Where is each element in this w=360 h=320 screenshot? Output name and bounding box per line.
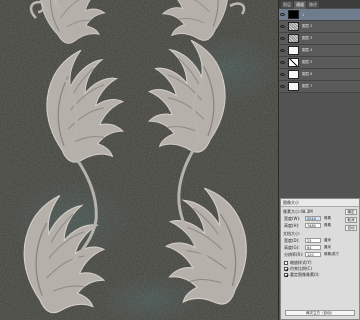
layer-name: 图层 6 bbox=[302, 72, 313, 76]
doc-width-label: 宽度(D): bbox=[284, 237, 300, 243]
resolution-label: 分辨率(R): bbox=[284, 251, 304, 257]
layer-thumbnail bbox=[288, 82, 299, 91]
visibility-eye-icon[interactable] bbox=[280, 72, 286, 78]
doc-height-row: 高度(G): 64 厘米 bbox=[281, 244, 359, 251]
resample-method-select[interactable]: 两次立方（自动） bbox=[285, 310, 355, 316]
layer-name: 图层 3 bbox=[302, 36, 313, 40]
layer-row[interactable]: 图层 6 bbox=[279, 69, 360, 81]
tab-paths[interactable]: 路径 bbox=[307, 1, 319, 9]
layer-row[interactable]: 图层 7 bbox=[279, 81, 360, 93]
pixel-height-field[interactable]: 7680 bbox=[305, 223, 321, 228]
layer-row[interactable]: 图层 4 bbox=[279, 45, 360, 57]
resample-label: 重定图像像素(I): bbox=[290, 272, 320, 277]
layer-name: 图层 7 bbox=[302, 84, 313, 88]
damask-wallpaper-image bbox=[0, 0, 278, 320]
pixel-height-label: 高度(H): bbox=[284, 222, 300, 228]
doc-width-unit[interactable]: 厘米 bbox=[324, 238, 331, 243]
layer-thumbnail bbox=[288, 10, 299, 19]
visibility-eye-icon[interactable] bbox=[280, 48, 286, 54]
pixel-width-field[interactable]: 2010 bbox=[305, 216, 321, 221]
doc-height-label: 高度(G): bbox=[284, 244, 300, 250]
layer-thumbnail bbox=[288, 46, 299, 55]
visibility-eye-icon[interactable] bbox=[280, 24, 286, 30]
layer-thumbnail bbox=[288, 70, 299, 79]
panel-tabs: 图层 通道 路径 bbox=[279, 0, 360, 9]
layer-thumbnail bbox=[288, 58, 299, 67]
doc-width-field[interactable]: 25 bbox=[305, 238, 321, 243]
resolution-field[interactable]: 120 bbox=[305, 252, 321, 257]
layer-thumbnail bbox=[288, 34, 299, 43]
visibility-eye-icon[interactable] bbox=[280, 12, 286, 18]
constrain-checkbox[interactable] bbox=[284, 267, 288, 271]
scale-styles-checkbox[interactable] bbox=[284, 261, 288, 265]
visibility-eye-icon[interactable] bbox=[280, 60, 286, 66]
layer-row[interactable]: 图层 2 bbox=[279, 21, 360, 33]
resolution-row: 分辨率(R): 120 像素/英寸 bbox=[281, 251, 359, 258]
doc-height-unit[interactable]: 厘米 bbox=[324, 245, 331, 250]
layer-name: 图层 5 bbox=[302, 60, 313, 64]
layer-name: 图层 4 bbox=[302, 48, 313, 52]
doc-height-field[interactable]: 64 bbox=[305, 245, 321, 250]
auto-button[interactable]: 自动 bbox=[345, 225, 357, 231]
resample-checkbox[interactable] bbox=[284, 273, 288, 277]
ok-button[interactable]: 确定 bbox=[345, 209, 357, 215]
layer-thumbnail bbox=[288, 22, 299, 31]
layer-row[interactable]: 1 bbox=[279, 9, 360, 21]
pixel-width-unit[interactable]: 像素 bbox=[324, 216, 331, 221]
layer-row[interactable]: 图层 3 bbox=[279, 33, 360, 45]
resolution-unit[interactable]: 像素/英寸 bbox=[324, 252, 339, 257]
image-canvas[interactable] bbox=[0, 0, 278, 320]
doc-width-row: 宽度(D): 25 厘米 bbox=[281, 237, 359, 244]
image-size-dialog: 图像大小 像素大小:48.3M 宽度(W): 2010 像素 高度(H): 76… bbox=[280, 198, 360, 320]
dialog-title: 图像大小 bbox=[281, 199, 359, 207]
layer-row[interactable]: 图层 5 bbox=[279, 57, 360, 69]
layer-list: 1 图层 2 图层 3 图层 4 图层 5 图层 6 图层 7 bbox=[279, 9, 360, 93]
tab-channels[interactable]: 通道 bbox=[294, 1, 306, 9]
pixel-width-label: 宽度(W): bbox=[284, 215, 301, 221]
layer-name: 1 bbox=[302, 12, 305, 17]
tab-layers[interactable]: 图层 bbox=[281, 1, 293, 9]
visibility-eye-icon[interactable] bbox=[280, 36, 286, 42]
pixel-height-unit[interactable]: 像素 bbox=[324, 223, 331, 228]
layer-name: 图层 2 bbox=[302, 24, 313, 28]
cancel-button[interactable]: 取消 bbox=[345, 217, 357, 223]
visibility-eye-icon[interactable] bbox=[280, 84, 286, 90]
resample-checkbox-row[interactable]: 重定图像像素(I): bbox=[281, 272, 359, 278]
